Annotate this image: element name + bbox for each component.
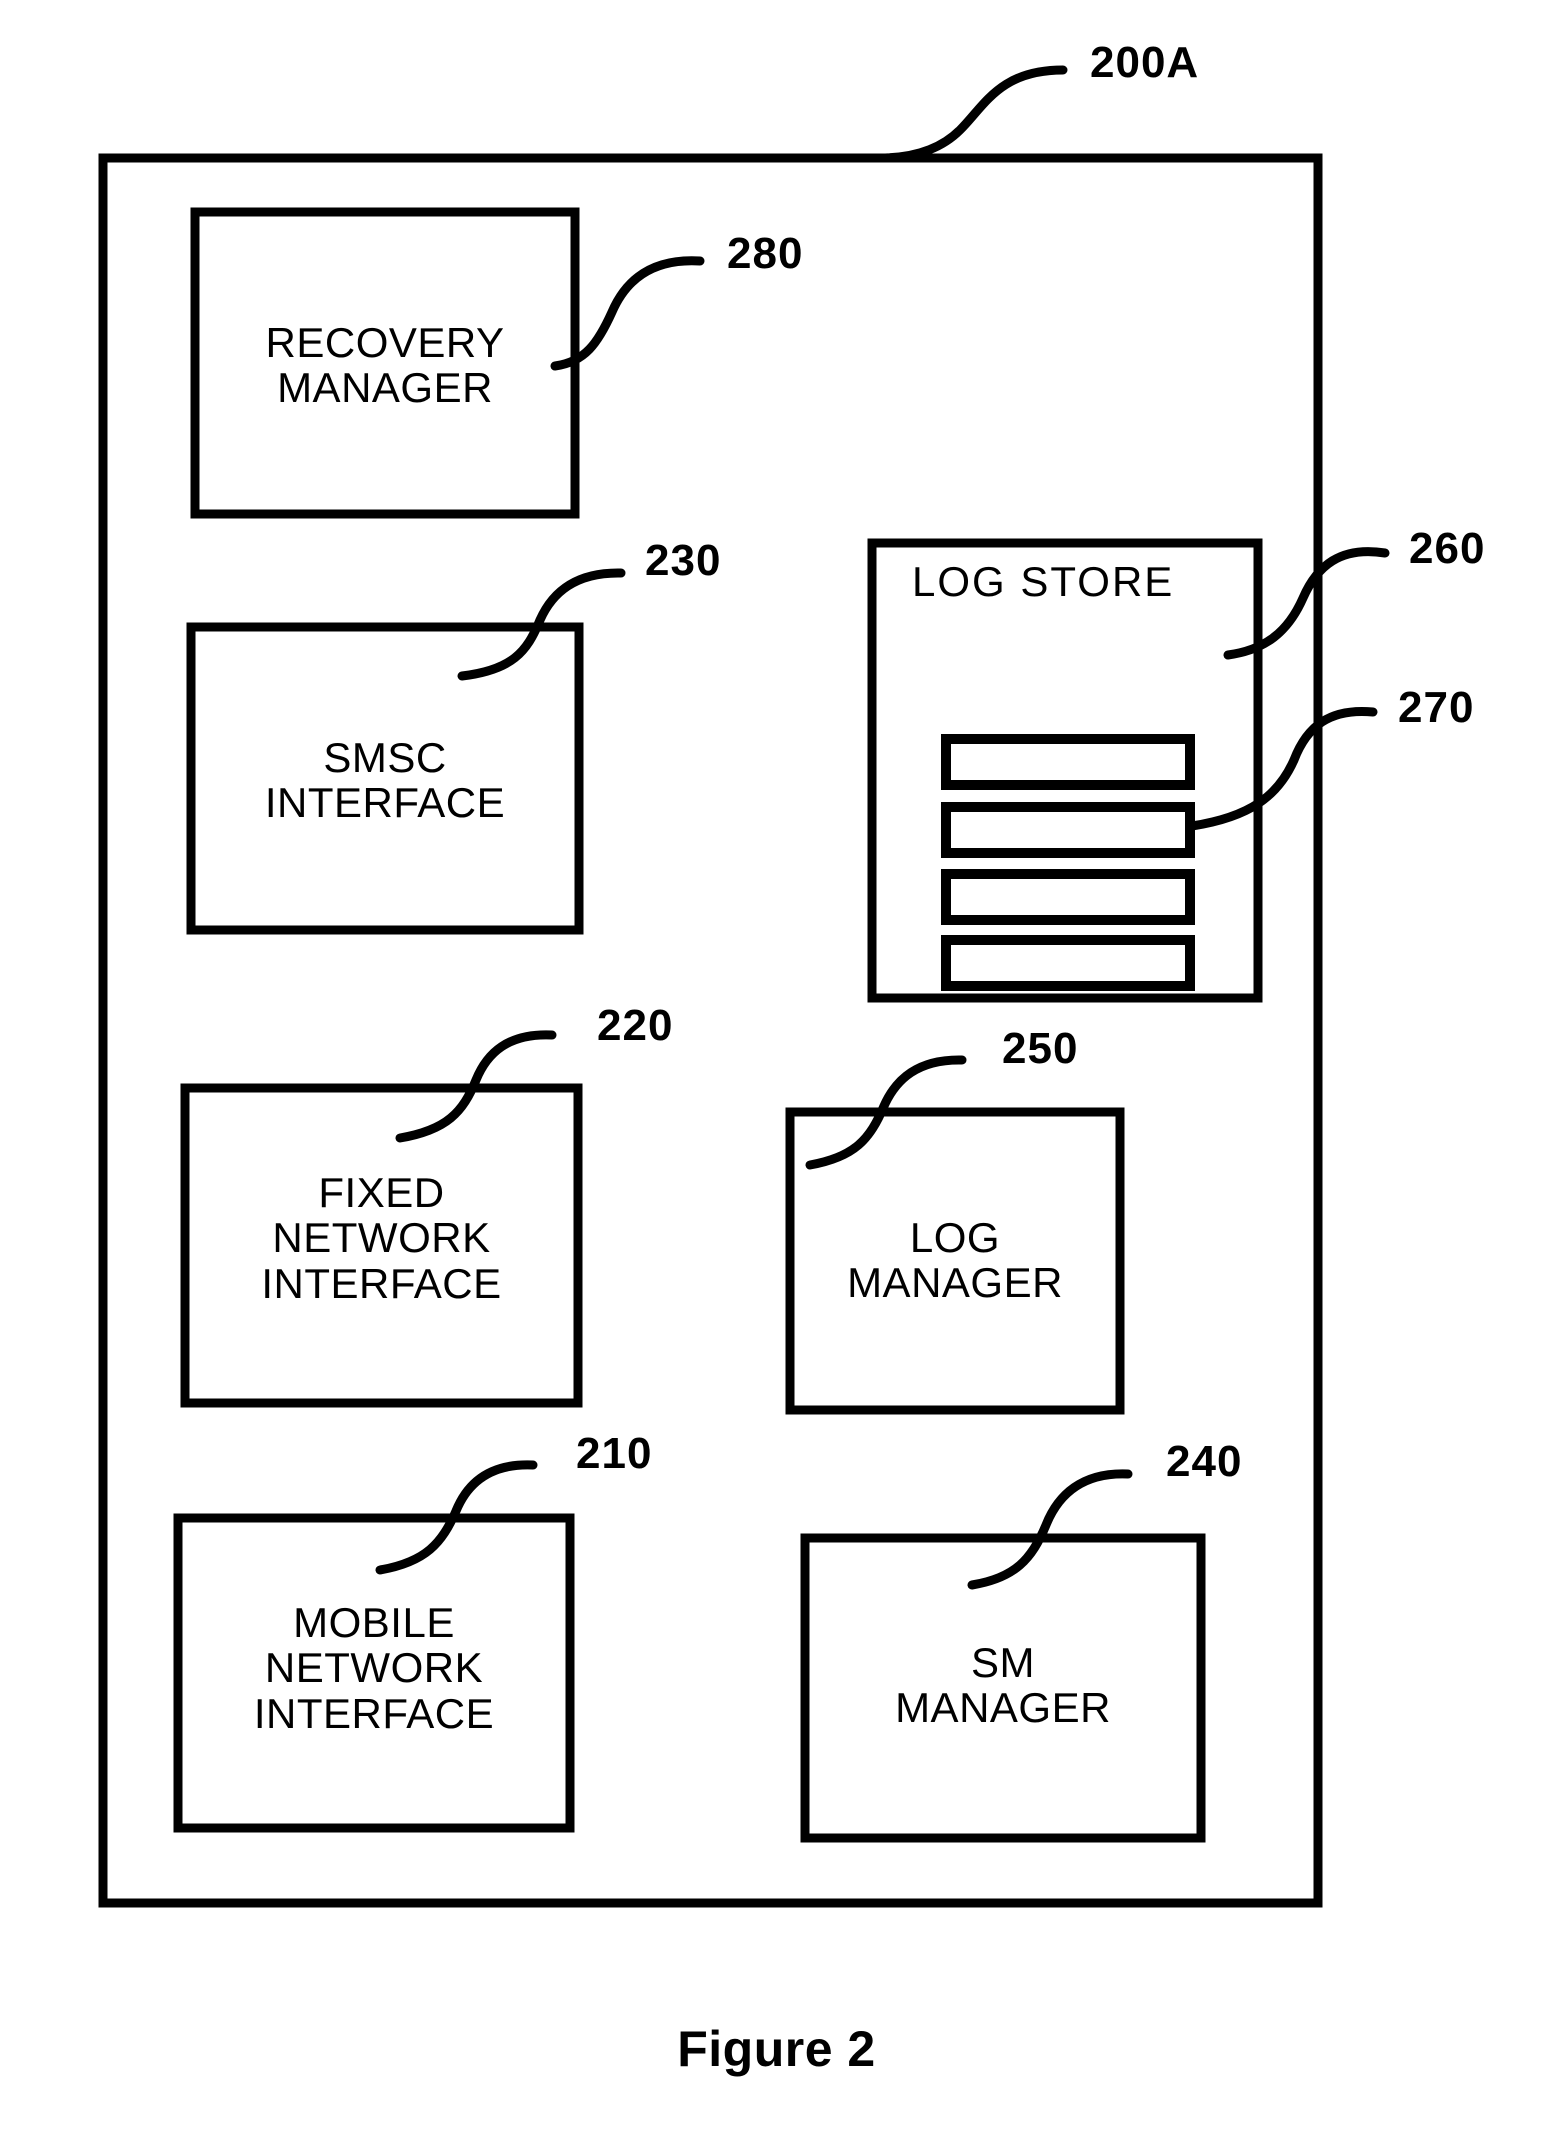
ref-number-270: 270 bbox=[1398, 683, 1475, 732]
ref-number-210: 210 bbox=[576, 1429, 653, 1478]
figure-caption: Figure 2 bbox=[677, 2021, 876, 2077]
leader-line-240 bbox=[967, 1469, 1133, 1590]
ref-number-200a: 200A bbox=[1090, 38, 1200, 87]
system-boundary-rect bbox=[98, 153, 1323, 1908]
ref-number-230: 230 bbox=[645, 536, 722, 585]
ref-number-260: 260 bbox=[1409, 524, 1486, 573]
ref-number-280: 280 bbox=[727, 229, 804, 278]
sm-manager-rect bbox=[800, 1533, 1206, 1843]
mobile-network-interface-rect bbox=[173, 1513, 575, 1833]
fixed-network-interface-rect bbox=[180, 1083, 583, 1408]
log-store-rect bbox=[867, 538, 1263, 1003]
ref-number-250: 250 bbox=[1002, 1024, 1079, 1073]
figure-canvas: RECOVERY MANAGER SMSC INTERFACE FIXED NE… bbox=[0, 0, 1553, 2150]
log-record-bar bbox=[941, 869, 1195, 925]
ref-number-240: 240 bbox=[1166, 1437, 1243, 1486]
leader-line-200a bbox=[875, 65, 1068, 163]
diagram-drawing-layer bbox=[98, 65, 1390, 1908]
ref-number-220: 220 bbox=[597, 1001, 674, 1050]
log-store-title: LOG STORE bbox=[912, 558, 1175, 605]
leader-line-270 bbox=[1187, 706, 1378, 831]
leader-line-260 bbox=[1223, 547, 1390, 660]
log-record-bar bbox=[941, 802, 1195, 858]
log-record-bar bbox=[941, 734, 1195, 790]
smsc-interface-rect bbox=[186, 622, 584, 935]
recovery-manager-rect bbox=[190, 207, 580, 519]
log-record-bar bbox=[941, 935, 1195, 991]
